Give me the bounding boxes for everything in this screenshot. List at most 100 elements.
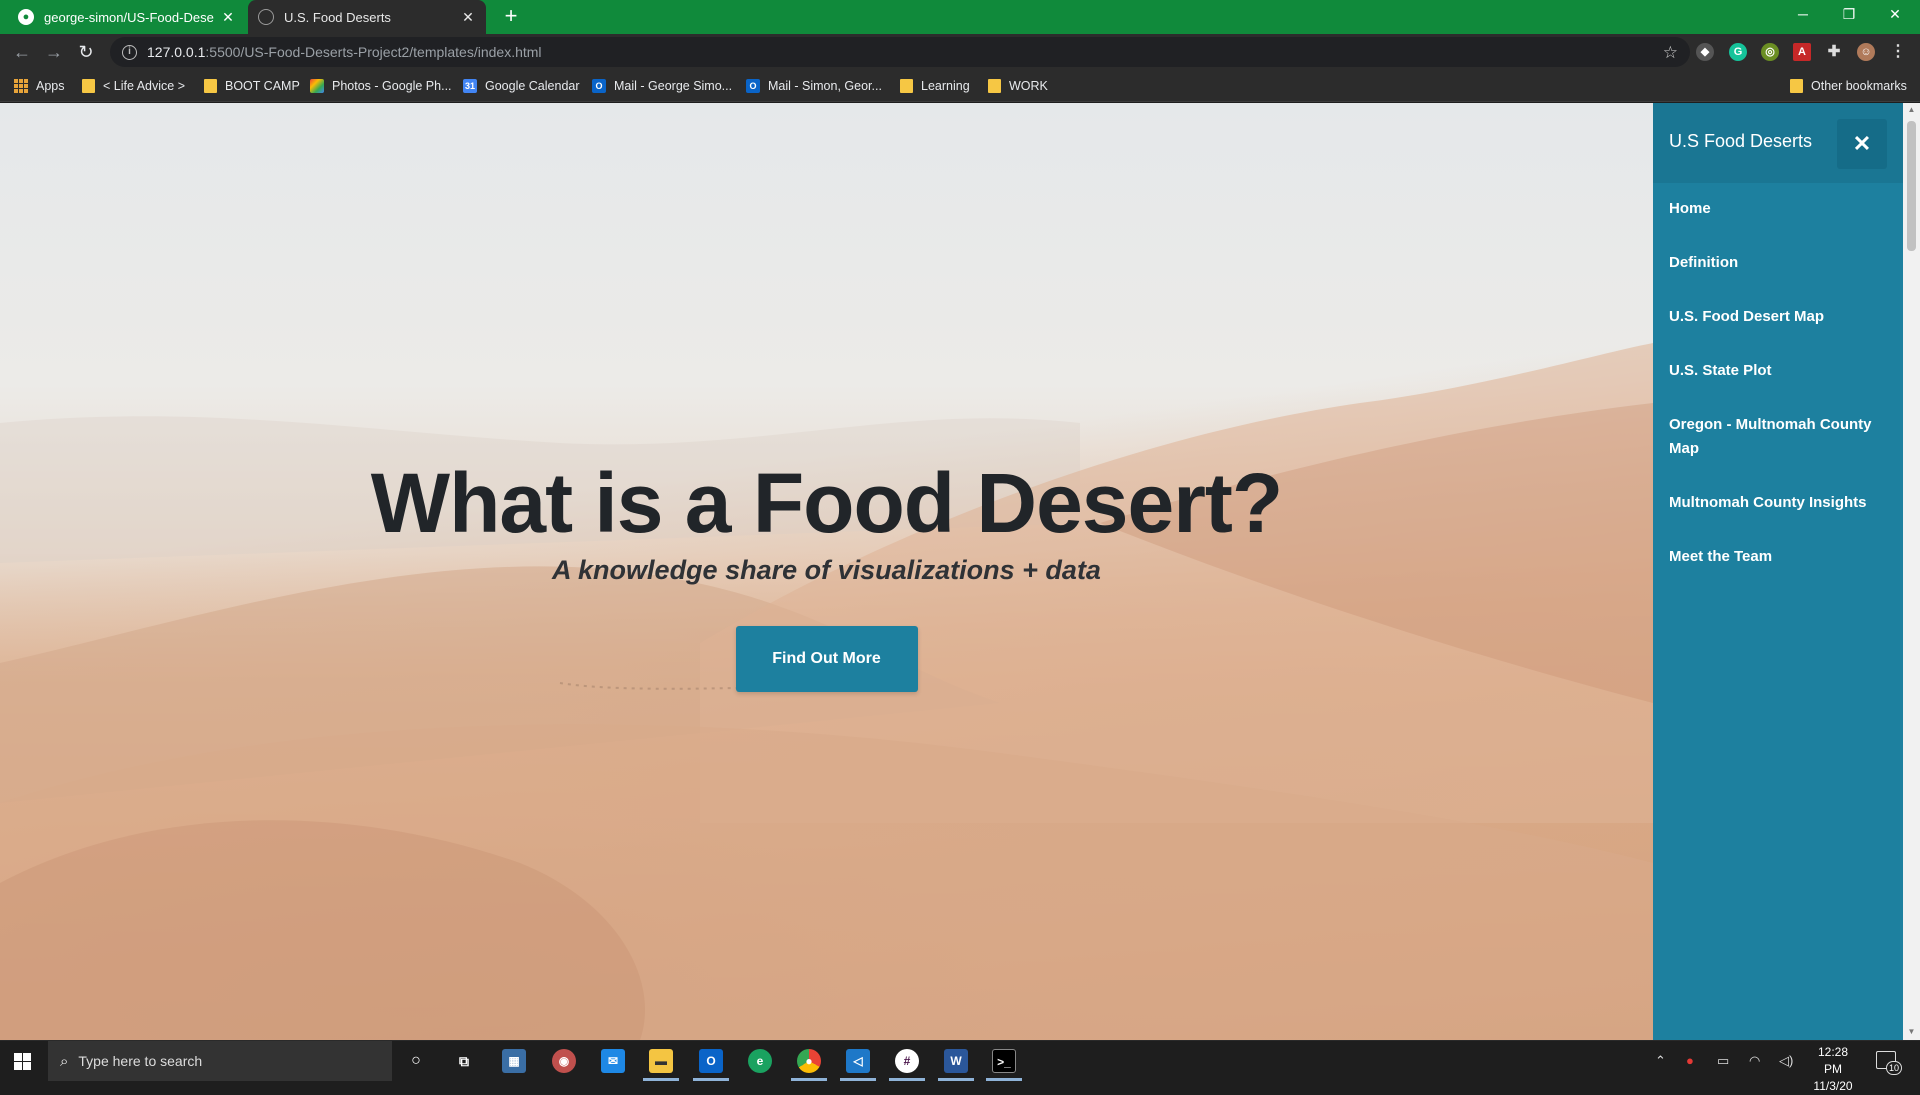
close-menu-icon[interactable]: ✕	[1837, 119, 1887, 169]
folder-icon	[1790, 79, 1803, 93]
bookmark-apps[interactable]: Apps	[14, 77, 65, 95]
globe-icon	[258, 9, 274, 25]
page-scrollbar[interactable]: ▲ ▼	[1903, 103, 1920, 1040]
sidebar-item-meet-the-team[interactable]: Meet the Team	[1653, 545, 1903, 569]
browser-tab-strip: ● george-simon/US-Food-Deserts ✕ U.S. Fo…	[0, 0, 1920, 34]
github-icon: ●	[18, 9, 34, 25]
bookmark-label: Learning	[921, 79, 970, 93]
tray-overflow-icon[interactable]: ⌃	[1655, 1053, 1666, 1069]
grammarly-icon[interactable]: G	[1729, 43, 1747, 61]
antivirus-icon[interactable]: ●	[1686, 1053, 1694, 1068]
sidebar-item-food-desert-map[interactable]: U.S. Food Desert Map	[1653, 305, 1903, 329]
more-menu-icon[interactable]: ⋮	[1889, 43, 1907, 61]
extension-icon[interactable]: ◎	[1761, 43, 1779, 61]
sidebar-item-state-plot[interactable]: U.S. State Plot	[1653, 359, 1903, 383]
task-view-icon[interactable]: ⧉	[452, 1049, 476, 1073]
reload-icon[interactable]: ↻	[72, 38, 100, 66]
tab-title: U.S. Food Deserts	[284, 9, 391, 25]
bookmark-label: BOOT CAMP	[225, 79, 300, 93]
hero-subtitle: A knowledge share of visualizations + da…	[552, 555, 1101, 585]
battery-icon[interactable]: ▭	[1717, 1053, 1729, 1069]
bookmark-learning[interactable]: Learning	[900, 77, 970, 95]
close-tab-icon[interactable]: ✕	[220, 9, 236, 25]
wifi-icon[interactable]: ◠	[1749, 1053, 1760, 1069]
page-viewport: What is a Food Desert? A knowledge share…	[0, 103, 1920, 1040]
url-host: 127.0.0.1	[147, 44, 206, 60]
mail-icon[interactable]: ✉	[601, 1049, 625, 1073]
bookmark-other[interactable]: Other bookmarks	[1790, 77, 1907, 95]
bookmark-work[interactable]: WORK	[988, 77, 1048, 95]
terminal-icon[interactable]: >_	[992, 1049, 1016, 1073]
bookmark-google-photos[interactable]: Photos - Google Ph...	[310, 77, 452, 95]
url-path: :5500/US-Food-Deserts-Project2/templates…	[205, 44, 542, 60]
address-bar[interactable]: i 127.0.0.1:5500/US-Food-Deserts-Project…	[110, 37, 1690, 67]
back-arrow-icon[interactable]: ←	[8, 38, 36, 66]
bookmark-star-icon[interactable]: ☆	[1663, 43, 1678, 63]
folder-icon	[988, 79, 1001, 93]
bookmark-label: WORK	[1009, 79, 1048, 93]
taskbar-clock[interactable]: 12:28 PM 11/3/20	[1808, 1044, 1858, 1095]
sidebar-item-definition[interactable]: Definition	[1653, 251, 1903, 275]
bookmark-mail-george[interactable]: O Mail - George Simo...	[592, 77, 732, 95]
file-explorer-icon[interactable]: ▬	[649, 1049, 673, 1073]
tab-us-food-deserts[interactable]: U.S. Food Deserts ✕	[248, 0, 486, 34]
bookmarks-bar: Apps < Life Advice > BOOT CAMP Photos - …	[0, 70, 1920, 102]
bookmark-mail-simon[interactable]: O Mail - Simon, Geor...	[746, 77, 882, 95]
windows-start-icon[interactable]	[14, 1053, 31, 1070]
puzzle-extensions-icon[interactable]: ✚	[1825, 43, 1843, 61]
taskbar-search-input[interactable]: ⌕ Type here to search	[48, 1041, 392, 1081]
bookmark-label: Google Calendar	[485, 79, 580, 93]
minimize-button[interactable]: ─	[1780, 0, 1826, 30]
outlook-icon[interactable]: O	[699, 1049, 723, 1073]
bookmark-google-calendar[interactable]: 31 Google Calendar	[463, 77, 580, 95]
scroll-up-arrow-icon[interactable]: ▲	[1907, 105, 1916, 115]
outlook-icon: O	[746, 79, 760, 93]
notification-count-badge: 10	[1886, 1061, 1902, 1075]
sidebar-item-home[interactable]: Home	[1653, 197, 1903, 221]
bookmark-label: Mail - George Simo...	[614, 79, 733, 93]
bookmark-boot-camp[interactable]: BOOT CAMP	[204, 77, 300, 95]
sidebar-menu: Home Definition U.S. Food Desert Map U.S…	[1653, 197, 1903, 599]
slack-icon[interactable]: #	[895, 1049, 919, 1073]
vscode-icon[interactable]: ◁	[846, 1049, 870, 1073]
sidebar-brand-link[interactable]: U.S Food Deserts	[1669, 131, 1812, 152]
chrome-icon[interactable]: ●	[797, 1049, 821, 1073]
browser-toolbar: ← → ↻ i 127.0.0.1:5500/US-Food-Deserts-P…	[0, 34, 1920, 70]
hero-section: What is a Food Desert? A knowledge share…	[0, 103, 1653, 1040]
find-out-more-button[interactable]: Find Out More	[735, 626, 918, 692]
bookmark-life-advice[interactable]: < Life Advice >	[82, 77, 185, 95]
sidebar-nav: U.S Food Deserts ✕ Home Definition U.S. …	[1653, 103, 1903, 1040]
new-tab-button[interactable]: +	[498, 4, 524, 30]
store-icon[interactable]: ▦	[502, 1049, 526, 1073]
clock-date: 11/3/20	[1813, 1079, 1853, 1093]
scrollbar-thumb[interactable]	[1907, 121, 1916, 251]
edge-icon[interactable]: e	[748, 1049, 772, 1073]
search-icon: ⌕	[60, 1052, 69, 1070]
folder-icon	[900, 79, 913, 93]
bookmark-label: Mail - Simon, Geor...	[768, 79, 882, 93]
volume-icon[interactable]: ◁)	[1779, 1053, 1793, 1069]
bookmark-label: Other bookmarks	[1811, 79, 1907, 93]
tab-github[interactable]: ● george-simon/US-Food-Deserts ✕	[8, 0, 246, 34]
cortana-icon[interactable]: ○	[404, 1049, 428, 1073]
hero-content: What is a Food Desert? A knowledge share…	[0, 453, 1653, 692]
search-placeholder: Type here to search	[78, 1053, 203, 1069]
outlook-icon: O	[592, 79, 606, 93]
site-info-icon[interactable]: i	[122, 44, 137, 60]
word-icon[interactable]: W	[944, 1049, 968, 1073]
sidebar-item-multnomah-map[interactable]: Oregon - Multnomah County Map	[1653, 413, 1903, 461]
app-icon[interactable]: ◉	[552, 1049, 576, 1073]
folder-icon	[204, 79, 217, 93]
window-close-button[interactable]: ✕	[1872, 0, 1918, 30]
forward-arrow-icon[interactable]: →	[40, 38, 68, 66]
windows-taskbar: ⌕ Type here to search ○ ⧉ ▦ ◉ ✉ ▬ O e ● …	[0, 1040, 1920, 1093]
profile-avatar[interactable]: ☺	[1857, 43, 1875, 61]
restore-button[interactable]: ❐	[1826, 0, 1872, 30]
apps-grid-icon	[14, 79, 28, 93]
acrobat-icon[interactable]: A	[1793, 43, 1811, 61]
extension-shield-icon[interactable]: ◆	[1696, 43, 1714, 61]
sidebar-item-multnomah-insights[interactable]: Multnomah County Insights	[1653, 491, 1903, 515]
close-tab-icon[interactable]: ✕	[460, 9, 476, 25]
bookmark-label: < Life Advice >	[103, 79, 186, 93]
scroll-down-arrow-icon[interactable]: ▼	[1907, 1027, 1916, 1037]
